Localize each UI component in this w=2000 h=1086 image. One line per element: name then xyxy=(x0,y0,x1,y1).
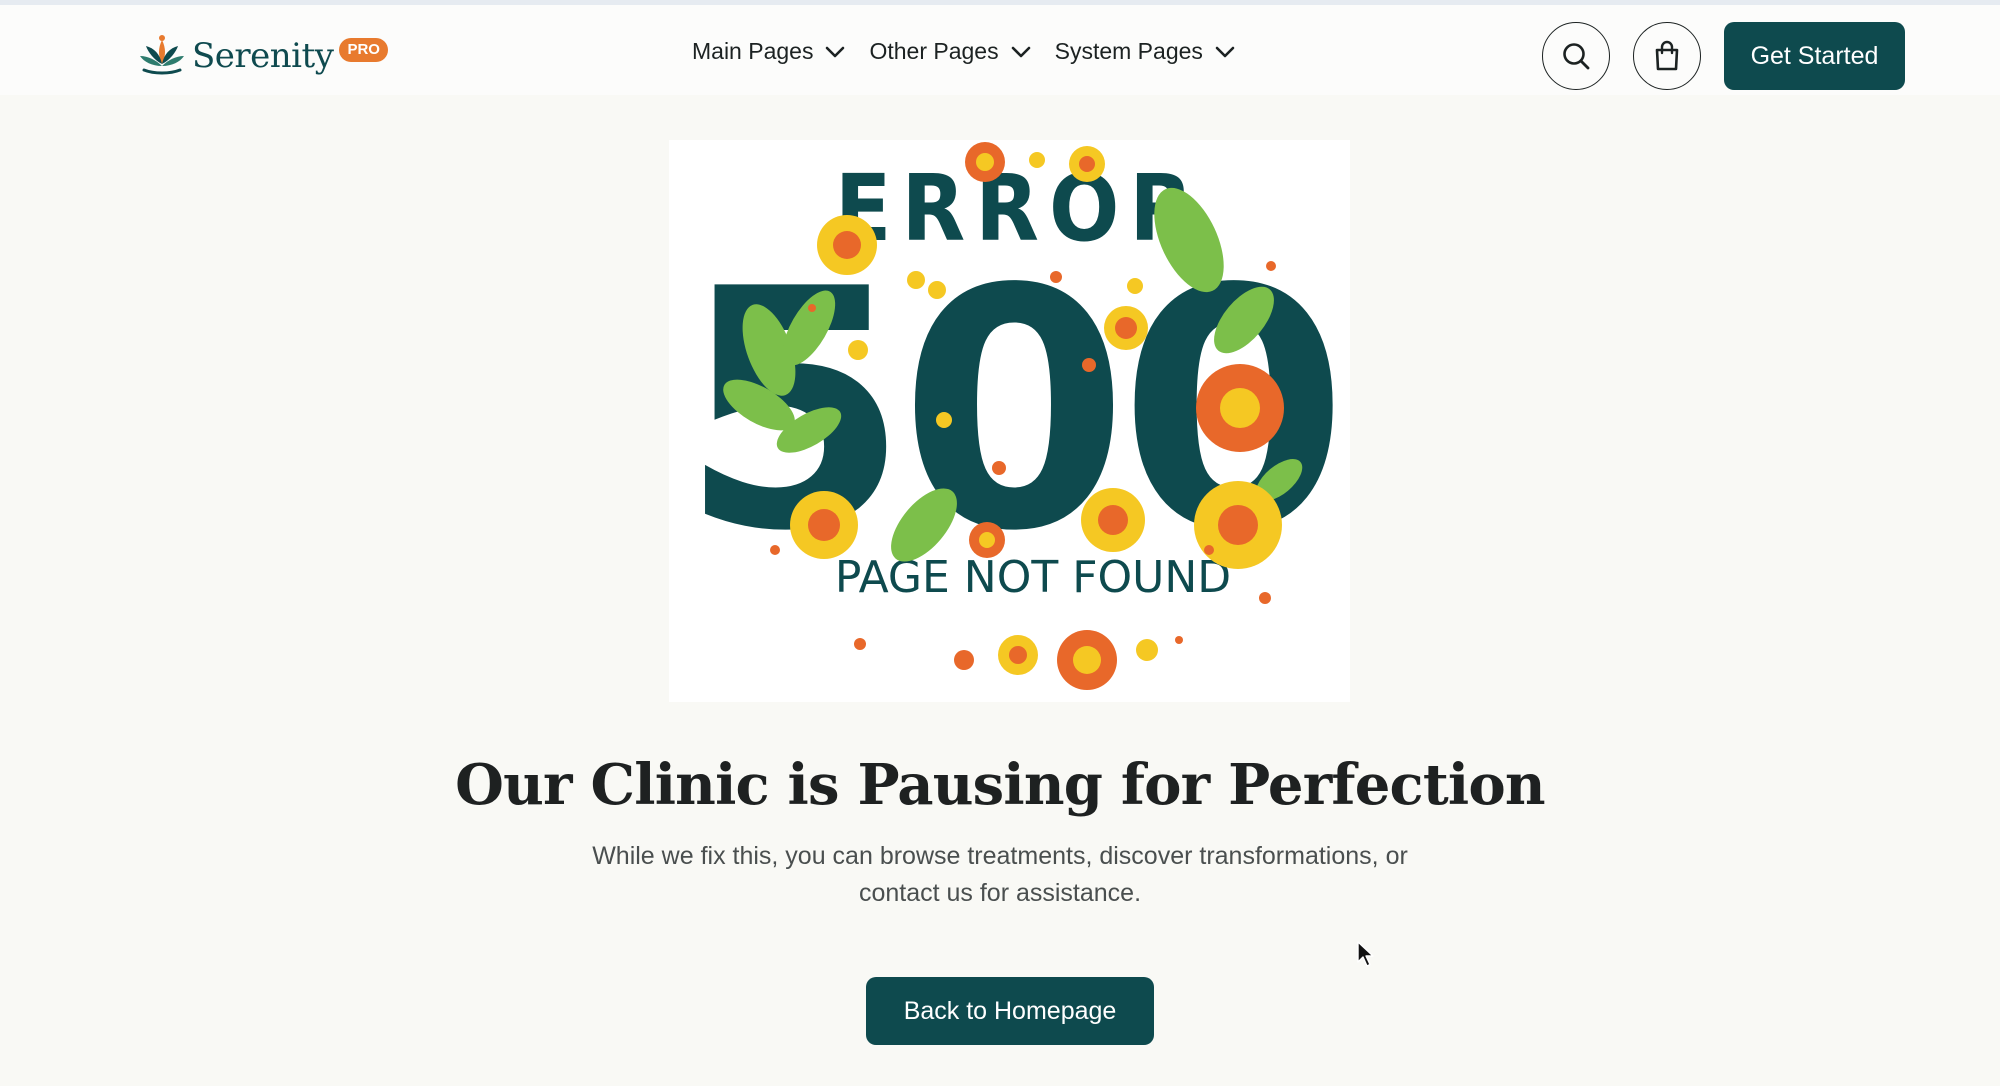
error-caption: PAGE NOT FOUND xyxy=(835,552,1231,603)
nav-label: Main Pages xyxy=(692,38,814,64)
lotus-logo-icon xyxy=(140,35,184,75)
cart-button[interactable] xyxy=(1633,22,1701,90)
nav-main-pages[interactable]: Main Pages xyxy=(692,38,845,65)
page-subtext: While we fix this, you can browse treatm… xyxy=(592,842,1408,907)
search-button[interactable] xyxy=(1542,22,1610,90)
mouse-cursor-icon xyxy=(1357,941,1374,967)
site-header: Serenity PRO Main Pages Other Pages Syst… xyxy=(0,5,2000,95)
search-icon xyxy=(1563,43,1590,70)
error-illustration-graphic: ERROR 500 PAGE NOT FOUND xyxy=(680,142,1348,690)
nav-other-pages[interactable]: Other Pages xyxy=(869,38,1030,65)
nav-label: System Pages xyxy=(1054,38,1203,64)
error-500-illustration: ERROR 500 PAGE NOT FOUND xyxy=(669,140,1350,702)
get-started-button[interactable]: Get Started xyxy=(1724,22,1905,90)
back-to-homepage-button[interactable]: Back to Homepage xyxy=(866,977,1154,1045)
brand-logo[interactable]: Serenity PRO xyxy=(138,31,388,81)
nav-system-pages[interactable]: System Pages xyxy=(1055,38,1235,65)
chevron-down-icon xyxy=(826,46,845,57)
chevron-down-icon xyxy=(1011,46,1030,57)
chevron-down-icon xyxy=(1215,46,1235,57)
nav-label: Other Pages xyxy=(869,38,999,64)
main-nav: Main Pages Other Pages System Pages xyxy=(692,38,1259,65)
brand-name: Serenity xyxy=(192,36,334,76)
pro-badge: PRO xyxy=(339,38,388,62)
page-headline: Our Clinic is Pausing for Perfection xyxy=(455,752,1545,818)
shopping-bag-icon xyxy=(1655,40,1679,71)
